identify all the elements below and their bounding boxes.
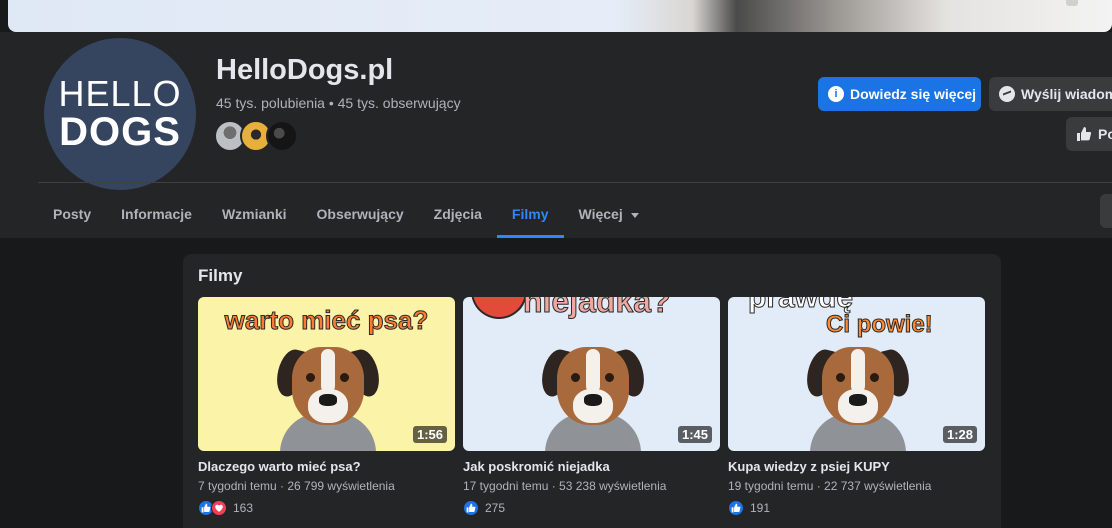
- reaction-count: 191: [750, 501, 771, 515]
- learn-more-button[interactable]: i Dowiedz się więcej: [818, 77, 981, 111]
- cover-edit-icon: [1066, 0, 1078, 6]
- video-meta: 19 tygodni temu · 22 737 wyświetlenia: [728, 479, 932, 493]
- video-thumbnail[interactable]: prawdę Ci powie! 1:28: [728, 297, 985, 451]
- info-icon: i: [828, 86, 844, 102]
- video-thumbnail[interactable]: niejadka? 1:45: [463, 297, 720, 451]
- video-duration: 1:28: [942, 426, 977, 443]
- tab-more[interactable]: Więcej: [564, 190, 654, 238]
- avatar-text-hello: HELLO: [58, 73, 182, 114]
- page-stats[interactable]: 45 tys. polubienia • 45 tys. obserwujący: [216, 95, 461, 111]
- page-title[interactable]: HelloDogs.pl: [216, 54, 393, 87]
- video-card[interactable]: prawdę Ci powie! 1:28 Kupa wiedzy z psie…: [728, 297, 985, 516]
- video-card[interactable]: niejadka? 1:45 Jak poskromić niejadka 17…: [463, 297, 720, 516]
- video-thumbnail[interactable]: warto mieć psa? 1:56: [198, 297, 455, 451]
- tab-more-label: Więcej: [578, 206, 623, 222]
- like-page-label: Po: [1098, 126, 1112, 142]
- thumbnail-caption: warto mieć psa?: [224, 305, 429, 336]
- love-reaction-icon: [211, 500, 227, 516]
- tab-mentions[interactable]: Wzmianki: [207, 190, 302, 238]
- more-options-button[interactable]: [1100, 194, 1112, 228]
- friend-avatar[interactable]: [266, 120, 298, 152]
- send-message-label: Wyślij wiadom: [1021, 86, 1112, 102]
- page-header: HELLO DOGS HelloDogs.pl 45 tys. polubien…: [0, 32, 1112, 238]
- like-page-button[interactable]: Po: [1066, 117, 1112, 151]
- food-bowl-icon: [471, 297, 527, 319]
- learn-more-label: Dowiedz się więcej: [850, 86, 977, 102]
- avatar-text-dogs: DOGS: [59, 110, 181, 154]
- thumbnail-caption: niejadka?: [523, 297, 672, 320]
- like-reaction-icon: [463, 500, 479, 516]
- video-reactions[interactable]: 275: [463, 500, 720, 516]
- tab-photos[interactable]: Zdjęcia: [419, 190, 497, 238]
- friend-avatars: [214, 120, 298, 154]
- video-title[interactable]: Kupa wiedzy z psiej KUPY: [728, 459, 985, 474]
- thumbnail-caption: Ci powie!: [826, 311, 934, 339]
- cover-photo[interactable]: [8, 0, 1112, 32]
- caret-down-icon: [630, 212, 639, 218]
- header-divider: [38, 182, 1112, 183]
- video-duration: 1:45: [677, 426, 712, 443]
- video-meta: 17 tygodni temu · 53 238 wyświetlenia: [463, 479, 667, 493]
- reaction-count: 163: [233, 501, 254, 515]
- video-duration: 1:56: [412, 426, 447, 443]
- tab-posts[interactable]: Posty: [38, 190, 106, 238]
- tab-videos[interactable]: Filmy: [496, 190, 564, 238]
- videos-section: Filmy warto mieć psa? 1:56 Dlaczego wart…: [183, 254, 1001, 528]
- dog-illustration: [537, 339, 649, 451]
- video-meta: 7 tygodni temu · 26 799 wyświetlenia: [198, 479, 395, 493]
- reaction-count: 275: [485, 501, 506, 515]
- video-card[interactable]: warto mieć psa? 1:56 Dlaczego warto mieć…: [198, 297, 455, 516]
- like-reaction-icon: [728, 500, 744, 516]
- page-avatar[interactable]: HELLO DOGS: [40, 34, 200, 194]
- dog-illustration: [802, 339, 914, 451]
- video-title[interactable]: Jak poskromić niejadka: [463, 459, 720, 474]
- video-title[interactable]: Dlaczego warto mieć psa?: [198, 459, 455, 474]
- dog-illustration: [272, 339, 384, 451]
- page-tabs: Posty Informacje Wzmianki Obserwujący Zd…: [38, 190, 654, 238]
- tab-followers[interactable]: Obserwujący: [302, 190, 419, 238]
- messenger-icon: [999, 86, 1015, 102]
- section-title: Filmy: [198, 266, 243, 285]
- thumbs-up-icon: [1077, 127, 1092, 141]
- send-message-button[interactable]: Wyślij wiadom: [989, 77, 1112, 111]
- video-reactions[interactable]: 191: [728, 500, 985, 516]
- video-reactions[interactable]: 163: [198, 500, 455, 516]
- tab-about[interactable]: Informacje: [106, 190, 207, 238]
